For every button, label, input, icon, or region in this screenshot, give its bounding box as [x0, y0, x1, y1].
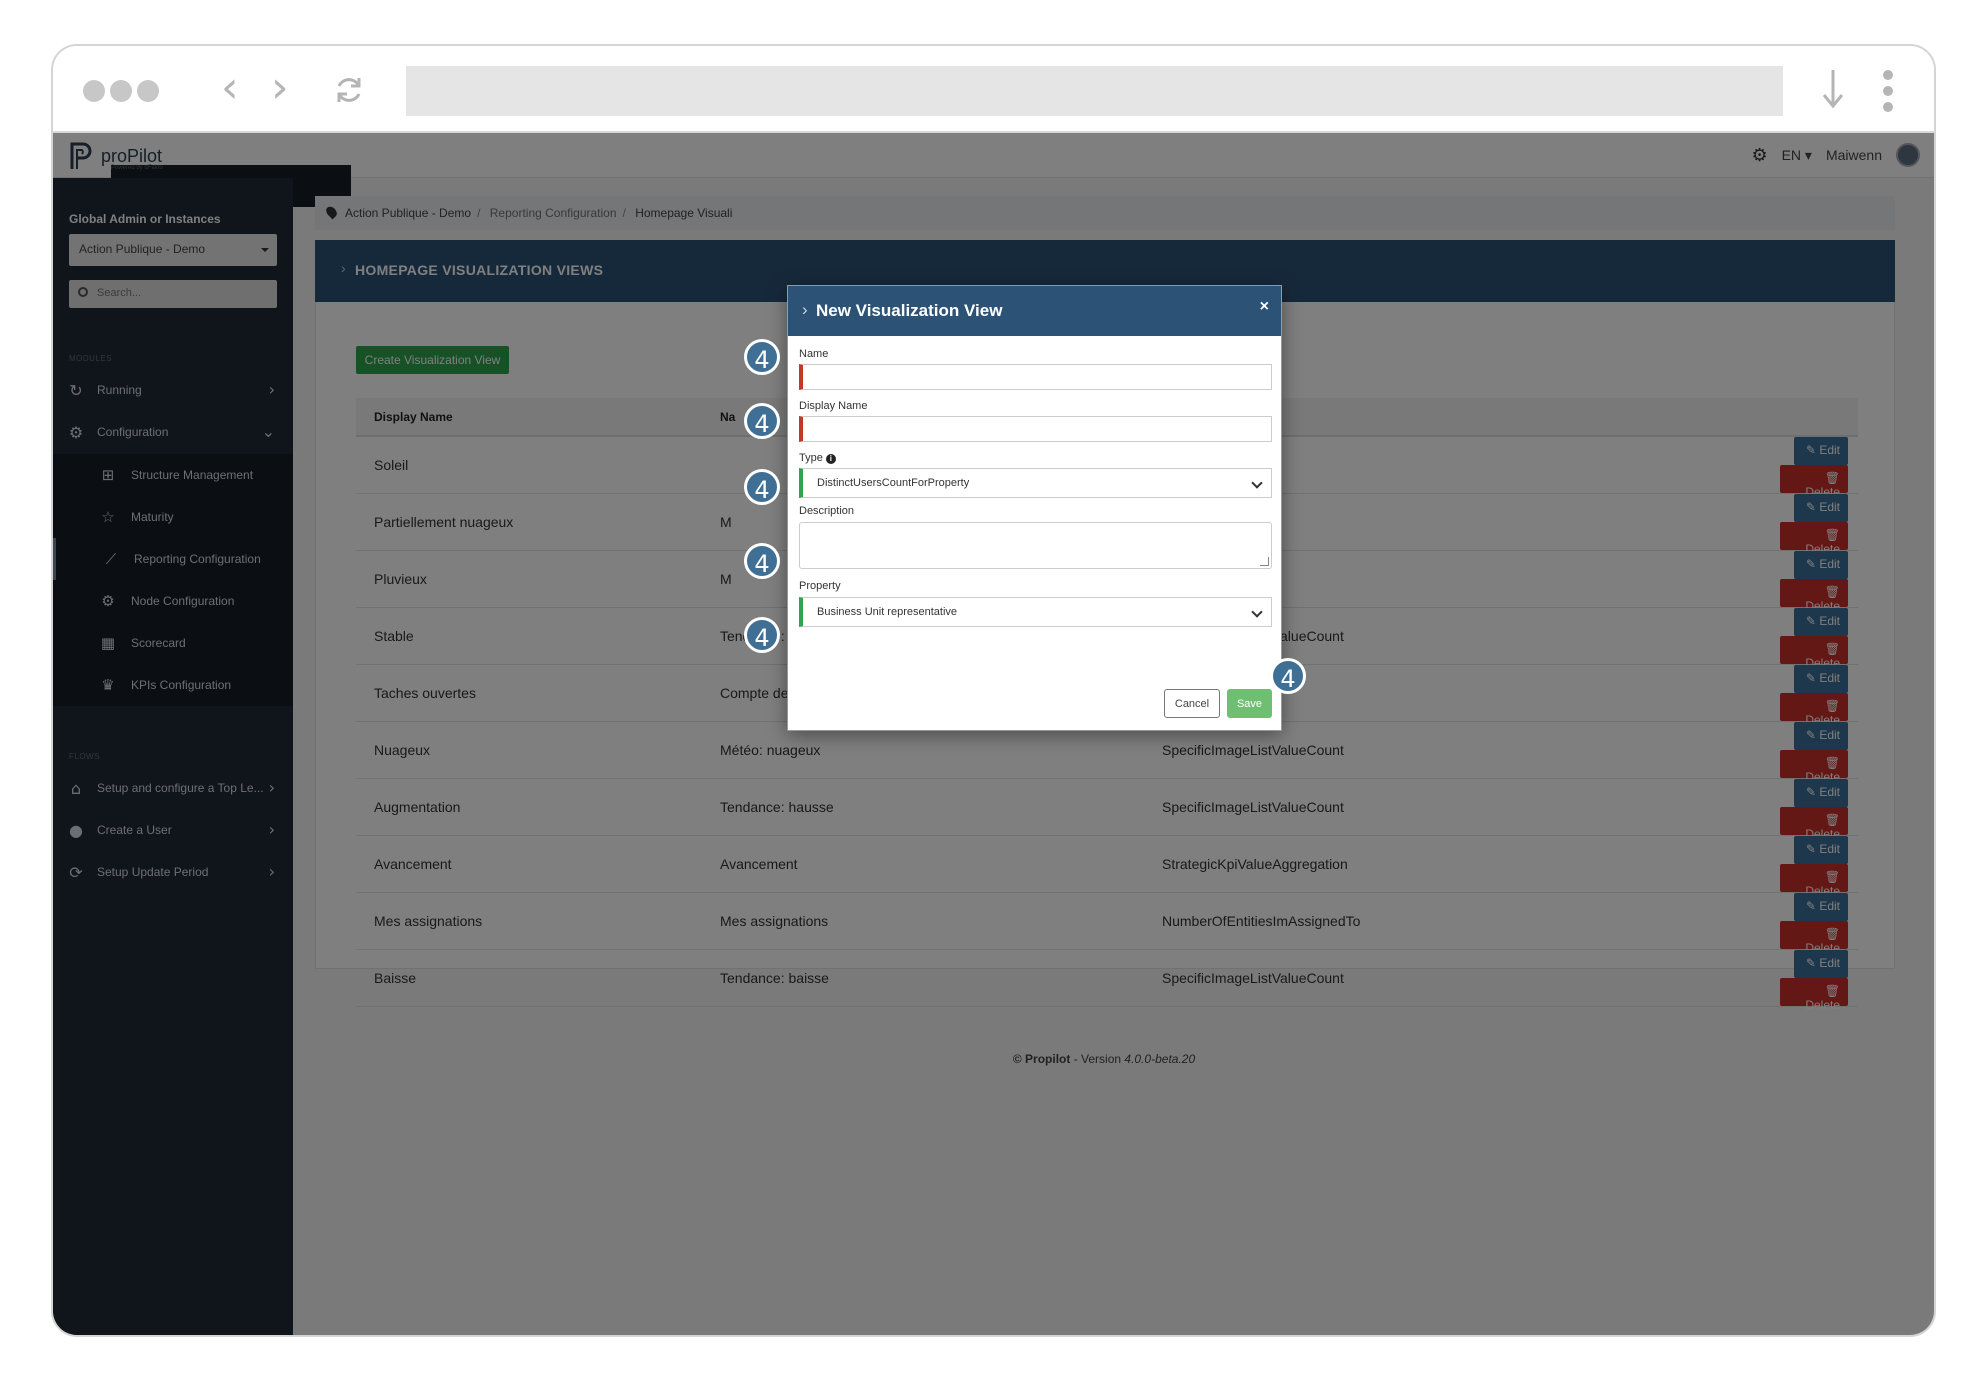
type-label: Type i [799, 452, 836, 464]
chevron-right-icon: › [802, 300, 808, 319]
property-select[interactable]: Business Unit representative [799, 597, 1272, 627]
forward-icon[interactable]: › [271, 66, 289, 110]
display-name-label: Display Name [799, 400, 868, 412]
close-icon[interactable]: × [1260, 298, 1269, 316]
description-label: Description [799, 505, 855, 517]
app: proPilot Powered by dFakto ⚙ EN ▾ Maiwen… [53, 133, 1934, 1335]
window-dot-icon [83, 80, 105, 102]
step-badge: 4 [744, 339, 780, 375]
step-badge: 4 [1270, 658, 1306, 694]
new-visualization-view-modal: › New Visualization View × Name Display … [787, 285, 1282, 731]
address-bar[interactable] [406, 66, 1783, 116]
cancel-button[interactable]: Cancel [1164, 689, 1220, 718]
step-badge: 4 [744, 469, 780, 505]
download-icon[interactable] [1821, 64, 1845, 114]
window-dot-icon [110, 80, 132, 102]
type-label-text: Type [799, 452, 823, 464]
browser-window: ‹ › proPilot Powered by dFakto [51, 44, 1936, 1337]
modal-header: › New Visualization View × [788, 286, 1281, 336]
browser-chrome: ‹ › [53, 46, 1934, 133]
step-badge: 4 [744, 403, 780, 439]
type-select[interactable]: DistinctUsersCountForProperty [799, 468, 1272, 498]
save-button[interactable]: Save [1227, 689, 1272, 718]
back-icon[interactable]: ‹ [221, 66, 239, 110]
info-icon[interactable]: i [825, 454, 836, 464]
modal-title: New Visualization View [816, 301, 1003, 320]
name-label: Name [799, 348, 829, 360]
description-textarea[interactable] [799, 522, 1272, 569]
name-field[interactable] [799, 364, 1272, 390]
display-name-field[interactable] [799, 416, 1272, 442]
step-badge: 4 [744, 543, 780, 579]
window-dot-icon [137, 80, 159, 102]
property-label: Property [799, 580, 841, 592]
browser-menu-icon[interactable] [1883, 70, 1893, 112]
reload-icon[interactable] [333, 74, 365, 106]
step-badge: 4 [744, 617, 780, 653]
